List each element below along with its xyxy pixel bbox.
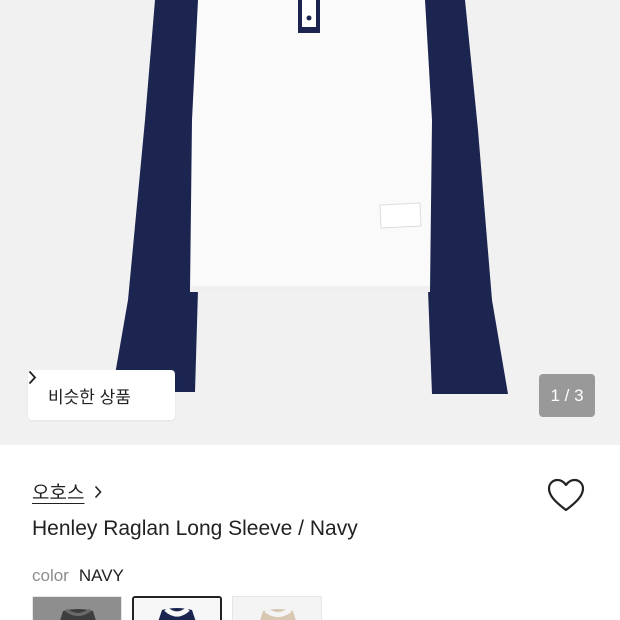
color-value: NAVY	[78, 566, 124, 585]
swatch-navy[interactable]	[132, 596, 222, 620]
swatch-beige[interactable]	[232, 596, 322, 620]
similar-products-label: 비슷한 상품	[48, 387, 131, 407]
color-swatches	[32, 596, 322, 620]
product-title: Henley Raglan Long Sleeve / Navy	[32, 517, 358, 540]
image-pager: 1 / 3	[539, 374, 595, 417]
heart-outline-icon[interactable]	[546, 476, 586, 516]
swatch-gray[interactable]	[32, 596, 122, 620]
color-label: color	[32, 566, 69, 585]
brand-link[interactable]: 오호스	[32, 478, 103, 505]
brand-name[interactable]: 오호스	[32, 478, 84, 505]
similar-products-button[interactable]: 비슷한 상품	[28, 370, 175, 420]
product-image[interactable]: 비슷한 상품 1 / 3	[0, 0, 620, 445]
color-option: color NAVY	[32, 566, 124, 586]
chevron-right-icon	[94, 485, 103, 499]
